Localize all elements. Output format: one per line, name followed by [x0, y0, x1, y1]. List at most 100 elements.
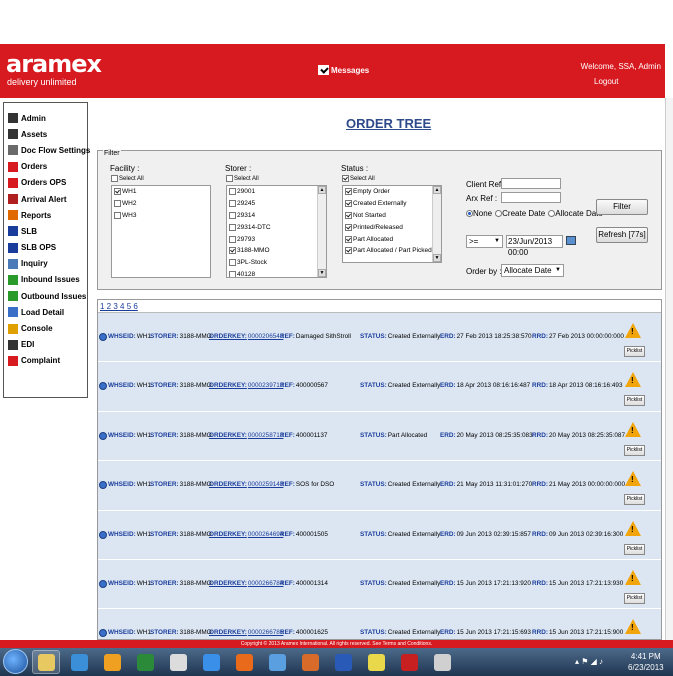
- taskbar-app-explorer[interactable]: [32, 650, 60, 674]
- sidebar-item-edi[interactable]: EDI: [4, 337, 87, 353]
- storer-option[interactable]: 3188-MMO: [227, 245, 326, 257]
- row-field[interactable]: ORDERKEY:0000239718: [209, 382, 283, 389]
- storer-option-checkbox[interactable]: [229, 247, 236, 255]
- refresh-button[interactable]: Refresh [77s]: [596, 227, 648, 243]
- sidebar-item-reports[interactable]: Reports: [4, 207, 87, 223]
- row-field[interactable]: ORDERKEY:0000264694: [209, 531, 283, 538]
- sidebar-item-console[interactable]: Console: [4, 320, 87, 336]
- storer-scrollbar[interactable]: ▲ ▼: [317, 186, 326, 277]
- date-operator-select[interactable]: >= ▼: [466, 235, 503, 248]
- status-select-all[interactable]: Select All: [342, 175, 375, 182]
- facility-option[interactable]: WH2: [112, 198, 210, 210]
- logout-link[interactable]: Logout: [594, 77, 618, 86]
- status-option-checkbox[interactable]: [345, 188, 352, 196]
- storer-select-all[interactable]: Select All: [226, 175, 259, 182]
- field-value[interactable]: 0000206548: [248, 333, 284, 340]
- sidebar-item-orders-ops[interactable]: Orders OPS: [4, 175, 87, 191]
- facility-option-checkbox[interactable]: [114, 188, 121, 196]
- status-option[interactable]: Part Allocated / Part Picked: [343, 245, 441, 257]
- picklist-button[interactable]: Picklist: [624, 494, 645, 506]
- sidebar-item-slb[interactable]: SLB: [4, 223, 87, 239]
- storer-option[interactable]: 3PL-Stock: [227, 257, 326, 269]
- sidebar-item-slb-ops[interactable]: SLB OPS: [4, 240, 87, 256]
- field-key[interactable]: ORDERKEY:: [209, 481, 247, 488]
- status-option-checkbox[interactable]: [345, 200, 352, 208]
- expand-icon[interactable]: [99, 629, 107, 638]
- status-option[interactable]: Created Externally: [343, 198, 441, 210]
- field-value[interactable]: 0000264694: [248, 531, 284, 538]
- arx-ref-input[interactable]: [501, 192, 561, 203]
- facility-option[interactable]: WH3: [112, 210, 210, 222]
- status-option[interactable]: Printed/Released: [343, 221, 441, 233]
- sidebar-item-orders[interactable]: Orders: [4, 159, 87, 175]
- sidebar-item-load-detail[interactable]: Load Detail: [4, 304, 87, 320]
- picklist-button[interactable]: Picklist: [624, 444, 645, 456]
- storer-option[interactable]: 29314: [227, 210, 326, 222]
- client-ref-input[interactable]: [501, 178, 561, 189]
- storer-option[interactable]: 29001: [227, 186, 326, 198]
- status-option[interactable]: Empty Order: [343, 186, 441, 198]
- facility-select-all-checkbox[interactable]: [111, 175, 118, 182]
- storer-option-checkbox[interactable]: [229, 259, 236, 267]
- sidebar-item-inquiry[interactable]: Inquiry: [4, 256, 87, 272]
- taskbar-app-ie[interactable]: [197, 650, 225, 674]
- expand-icon[interactable]: [99, 333, 107, 341]
- picklist-button[interactable]: Picklist: [624, 543, 645, 555]
- scroll-up-icon[interactable]: ▲: [318, 186, 326, 194]
- pagination[interactable]: 1 2 3 4 5 6: [98, 300, 661, 313]
- date-input[interactable]: 23/Jun/2013 00:00: [506, 235, 563, 257]
- radio-button[interactable]: [466, 210, 473, 218]
- taskbar-app-notes[interactable]: [362, 650, 390, 674]
- sidebar-item-arrival-alert[interactable]: Arrival Alert: [4, 191, 87, 207]
- storer-select-all-checkbox[interactable]: [226, 175, 233, 182]
- storer-option-checkbox[interactable]: [229, 270, 236, 277]
- start-button-icon[interactable]: [3, 649, 28, 674]
- status-scrollbar[interactable]: ▲ ▼: [432, 186, 441, 262]
- status-list[interactable]: Empty Order Created Externally Not Started…: [342, 185, 442, 263]
- status-select-all-checkbox[interactable]: [342, 175, 349, 182]
- taskbar-app-excel[interactable]: [131, 650, 159, 674]
- picklist-button[interactable]: Picklist: [624, 592, 645, 604]
- taskbar-app-settings[interactable]: [428, 650, 456, 674]
- expand-icon[interactable]: [99, 579, 107, 588]
- row-field[interactable]: ORDERKEY:0000266784: [209, 580, 283, 587]
- field-value[interactable]: 0000266784: [248, 580, 284, 587]
- expand-icon[interactable]: [99, 382, 107, 391]
- storer-option-checkbox[interactable]: [229, 188, 236, 196]
- field-key[interactable]: ORDERKEY:: [209, 531, 247, 538]
- storer-option-checkbox[interactable]: [229, 223, 236, 231]
- expand-icon[interactable]: [99, 431, 107, 440]
- sidebar-item-doc-flow-settings[interactable]: Doc Flow Settings: [4, 142, 90, 158]
- taskbar-app-firefox[interactable]: [230, 650, 258, 674]
- storer-option[interactable]: 40128: [227, 269, 326, 277]
- row-field[interactable]: ORDERKEY:0000258718: [209, 432, 283, 439]
- row-field[interactable]: ORDERKEY:0000206548: [209, 333, 283, 340]
- taskbar-app-word[interactable]: [329, 650, 357, 674]
- order-by-select[interactable]: Allocate Date ▼: [501, 264, 564, 277]
- row-field[interactable]: ORDERKEY:0000266785: [209, 629, 283, 636]
- scroll-down-icon[interactable]: ▼: [318, 269, 326, 277]
- clock[interactable]: 4:41 PM 6/23/2013: [628, 651, 664, 673]
- status-option-checkbox[interactable]: [345, 211, 352, 219]
- storer-option-checkbox[interactable]: [229, 200, 236, 208]
- picklist-button[interactable]: Picklist: [624, 395, 645, 407]
- storer-option-checkbox[interactable]: [229, 235, 236, 243]
- facility-option-checkbox[interactable]: [114, 200, 121, 208]
- sidebar-item-outbound-issues[interactable]: Outbound Issues: [4, 288, 87, 304]
- status-option-checkbox[interactable]: [345, 223, 352, 231]
- field-value[interactable]: 0000239718: [248, 382, 284, 389]
- field-key[interactable]: ORDERKEY:: [209, 629, 247, 636]
- date-type-radio[interactable]: Allocate Date: [548, 209, 603, 218]
- status-option-checkbox[interactable]: [345, 247, 352, 255]
- row-field[interactable]: ORDERKEY:0000259143: [209, 481, 283, 488]
- facility-select-all[interactable]: Select All: [111, 175, 144, 182]
- field-value[interactable]: 0000259143: [248, 481, 284, 488]
- storer-option[interactable]: 29314-DTC: [227, 221, 326, 233]
- taskbar-app-window[interactable]: [263, 650, 291, 674]
- sidebar-item-complaint[interactable]: Complaint: [4, 353, 87, 369]
- scroll-up-icon[interactable]: ▲: [433, 186, 441, 194]
- sidebar-item-admin[interactable]: Admin: [4, 110, 87, 126]
- sidebar-item-assets[interactable]: Assets: [4, 126, 87, 142]
- field-key[interactable]: ORDERKEY:: [209, 382, 247, 389]
- storer-option[interactable]: 29245: [227, 198, 326, 210]
